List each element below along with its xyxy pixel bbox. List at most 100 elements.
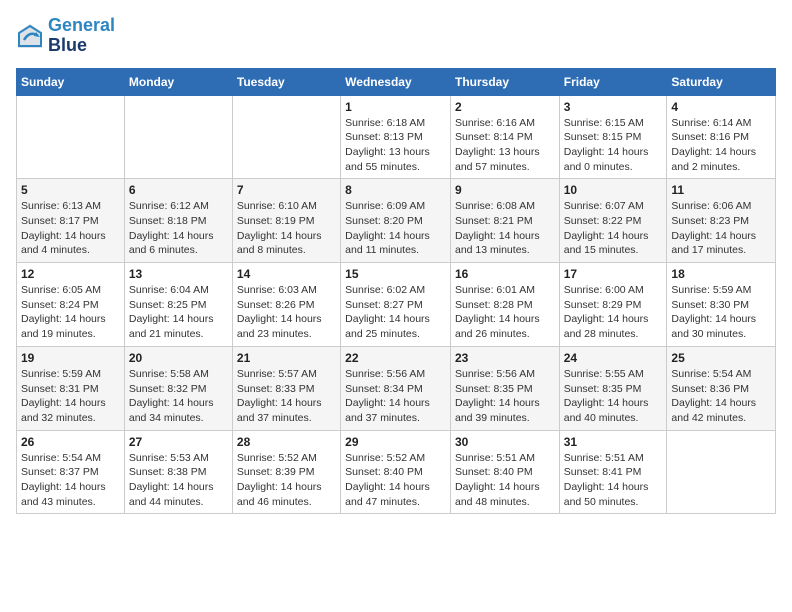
day-number: 3 <box>564 100 663 114</box>
day-number: 21 <box>237 351 336 365</box>
calendar-cell <box>667 430 776 514</box>
calendar-cell: 23 Sunrise: 5:56 AM Sunset: 8:35 PM Dayli… <box>450 346 559 430</box>
logo-text: GeneralBlue <box>48 16 115 56</box>
calendar-cell <box>232 95 340 179</box>
day-info: Sunrise: 5:57 AM Sunset: 8:33 PM Dayligh… <box>237 367 336 426</box>
day-number: 2 <box>455 100 555 114</box>
calendar-cell: 12Sunrise: 6:05 AM Sunset: 8:24 PM Dayli… <box>17 263 125 347</box>
day-info: Sunrise: 5:52 AM Sunset: 8:39 PM Dayligh… <box>237 451 336 510</box>
calendar-cell: 2 Sunrise: 6:16 AM Sunset: 8:14 PM Daylig… <box>450 95 559 179</box>
day-number: 11 <box>671 183 771 197</box>
calendar-week-3: 12Sunrise: 6:05 AM Sunset: 8:24 PM Dayli… <box>17 263 776 347</box>
day-number: 8 <box>345 183 446 197</box>
day-info: Sunrise: 5:55 AM Sunset: 8:35 PM Dayligh… <box>564 367 663 426</box>
day-number: 26 <box>21 435 120 449</box>
calendar-cell: 16Sunrise: 6:01 AM Sunset: 8:28 PM Dayli… <box>450 263 559 347</box>
calendar-cell <box>17 95 125 179</box>
calendar-cell: 25 Sunrise: 5:54 AM Sunset: 8:36 PM Dayli… <box>667 346 776 430</box>
day-info: Sunrise: 6:16 AM Sunset: 8:14 PM Dayligh… <box>455 116 555 175</box>
day-number: 5 <box>21 183 120 197</box>
calendar-header: SundayMondayTuesdayWednesdayThursdayFrid… <box>17 68 776 95</box>
day-number: 10 <box>564 183 663 197</box>
day-info: Sunrise: 6:07 AM Sunset: 8:22 PM Dayligh… <box>564 199 663 258</box>
calendar-cell: 7 Sunrise: 6:10 AM Sunset: 8:19 PM Daylig… <box>232 179 340 263</box>
day-number: 16 <box>455 267 555 281</box>
day-info: Sunrise: 6:06 AM Sunset: 8:23 PM Dayligh… <box>671 199 771 258</box>
column-header-sunday: Sunday <box>17 68 125 95</box>
column-header-tuesday: Tuesday <box>232 68 340 95</box>
day-number: 20 <box>129 351 228 365</box>
day-info: Sunrise: 5:54 AM Sunset: 8:36 PM Dayligh… <box>671 367 771 426</box>
calendar-cell: 6 Sunrise: 6:12 AM Sunset: 8:18 PM Daylig… <box>124 179 232 263</box>
calendar-cell: 10 Sunrise: 6:07 AM Sunset: 8:22 PM Dayli… <box>559 179 667 263</box>
calendar-cell: 11 Sunrise: 6:06 AM Sunset: 8:23 PM Dayli… <box>667 179 776 263</box>
calendar-week-1: 1 Sunrise: 6:18 AM Sunset: 8:13 PM Daylig… <box>17 95 776 179</box>
calendar-table: SundayMondayTuesdayWednesdayThursdayFrid… <box>16 68 776 515</box>
logo-icon <box>16 22 44 50</box>
calendar-cell: 15 Sunrise: 6:02 AM Sunset: 8:27 PM Dayli… <box>341 263 451 347</box>
day-info: Sunrise: 6:13 AM Sunset: 8:17 PM Dayligh… <box>21 199 120 258</box>
day-info: Sunrise: 5:52 AM Sunset: 8:40 PM Dayligh… <box>345 451 446 510</box>
day-number: 30 <box>455 435 555 449</box>
day-number: 28 <box>237 435 336 449</box>
calendar-cell: 3 Sunrise: 6:15 AM Sunset: 8:15 PM Daylig… <box>559 95 667 179</box>
day-number: 31 <box>564 435 663 449</box>
calendar-cell: 20Sunrise: 5:58 AM Sunset: 8:32 PM Dayli… <box>124 346 232 430</box>
day-info: Sunrise: 6:03 AM Sunset: 8:26 PM Dayligh… <box>237 283 336 342</box>
calendar-cell: 18Sunrise: 5:59 AM Sunset: 8:30 PM Dayli… <box>667 263 776 347</box>
day-number: 29 <box>345 435 446 449</box>
day-info: Sunrise: 6:14 AM Sunset: 8:16 PM Dayligh… <box>671 116 771 175</box>
calendar-cell: 5 Sunrise: 6:13 AM Sunset: 8:17 PM Daylig… <box>17 179 125 263</box>
day-number: 23 <box>455 351 555 365</box>
day-number: 24 <box>564 351 663 365</box>
column-header-saturday: Saturday <box>667 68 776 95</box>
calendar-cell: 31 Sunrise: 5:51 AM Sunset: 8:41 PM Dayli… <box>559 430 667 514</box>
day-info: Sunrise: 5:56 AM Sunset: 8:35 PM Dayligh… <box>455 367 555 426</box>
day-info: Sunrise: 5:59 AM Sunset: 8:30 PM Dayligh… <box>671 283 771 342</box>
day-info: Sunrise: 6:10 AM Sunset: 8:19 PM Dayligh… <box>237 199 336 258</box>
day-number: 15 <box>345 267 446 281</box>
calendar-cell: 24 Sunrise: 5:55 AM Sunset: 8:35 PM Dayli… <box>559 346 667 430</box>
column-header-thursday: Thursday <box>450 68 559 95</box>
day-number: 4 <box>671 100 771 114</box>
calendar-cell: 26 Sunrise: 5:54 AM Sunset: 8:37 PM Dayli… <box>17 430 125 514</box>
calendar-week-5: 26 Sunrise: 5:54 AM Sunset: 8:37 PM Dayli… <box>17 430 776 514</box>
calendar-week-4: 19Sunrise: 5:59 AM Sunset: 8:31 PM Dayli… <box>17 346 776 430</box>
page-header: GeneralBlue <box>16 16 776 56</box>
day-number: 25 <box>671 351 771 365</box>
day-info: Sunrise: 6:15 AM Sunset: 8:15 PM Dayligh… <box>564 116 663 175</box>
day-info: Sunrise: 5:51 AM Sunset: 8:41 PM Dayligh… <box>564 451 663 510</box>
day-info: Sunrise: 6:05 AM Sunset: 8:24 PM Dayligh… <box>21 283 120 342</box>
day-info: Sunrise: 6:00 AM Sunset: 8:29 PM Dayligh… <box>564 283 663 342</box>
day-info: Sunrise: 5:54 AM Sunset: 8:37 PM Dayligh… <box>21 451 120 510</box>
day-info: Sunrise: 5:56 AM Sunset: 8:34 PM Dayligh… <box>345 367 446 426</box>
day-info: Sunrise: 6:12 AM Sunset: 8:18 PM Dayligh… <box>129 199 228 258</box>
day-number: 1 <box>345 100 446 114</box>
calendar-cell: 22 Sunrise: 5:56 AM Sunset: 8:34 PM Dayli… <box>341 346 451 430</box>
calendar-cell: 1 Sunrise: 6:18 AM Sunset: 8:13 PM Daylig… <box>341 95 451 179</box>
calendar-cell: 8Sunrise: 6:09 AM Sunset: 8:20 PM Daylig… <box>341 179 451 263</box>
calendar-cell: 28 Sunrise: 5:52 AM Sunset: 8:39 PM Dayli… <box>232 430 340 514</box>
day-number: 6 <box>129 183 228 197</box>
day-number: 7 <box>237 183 336 197</box>
calendar-cell: 29 Sunrise: 5:52 AM Sunset: 8:40 PM Dayli… <box>341 430 451 514</box>
day-info: Sunrise: 6:18 AM Sunset: 8:13 PM Dayligh… <box>345 116 446 175</box>
calendar-cell: 17 Sunrise: 6:00 AM Sunset: 8:29 PM Dayli… <box>559 263 667 347</box>
logo: GeneralBlue <box>16 16 115 56</box>
day-info: Sunrise: 6:04 AM Sunset: 8:25 PM Dayligh… <box>129 283 228 342</box>
day-info: Sunrise: 6:02 AM Sunset: 8:27 PM Dayligh… <box>345 283 446 342</box>
day-number: 14 <box>237 267 336 281</box>
calendar-cell: 14 Sunrise: 6:03 AM Sunset: 8:26 PM Dayli… <box>232 263 340 347</box>
calendar-cell: 27Sunrise: 5:53 AM Sunset: 8:38 PM Dayli… <box>124 430 232 514</box>
day-info: Sunrise: 5:59 AM Sunset: 8:31 PM Dayligh… <box>21 367 120 426</box>
day-number: 22 <box>345 351 446 365</box>
column-header-monday: Monday <box>124 68 232 95</box>
calendar-cell: 19Sunrise: 5:59 AM Sunset: 8:31 PM Dayli… <box>17 346 125 430</box>
day-number: 27 <box>129 435 228 449</box>
calendar-cell: 9Sunrise: 6:08 AM Sunset: 8:21 PM Daylig… <box>450 179 559 263</box>
calendar-cell: 30Sunrise: 5:51 AM Sunset: 8:40 PM Dayli… <box>450 430 559 514</box>
day-number: 13 <box>129 267 228 281</box>
calendar-cell: 21 Sunrise: 5:57 AM Sunset: 8:33 PM Dayli… <box>232 346 340 430</box>
day-number: 17 <box>564 267 663 281</box>
column-header-friday: Friday <box>559 68 667 95</box>
